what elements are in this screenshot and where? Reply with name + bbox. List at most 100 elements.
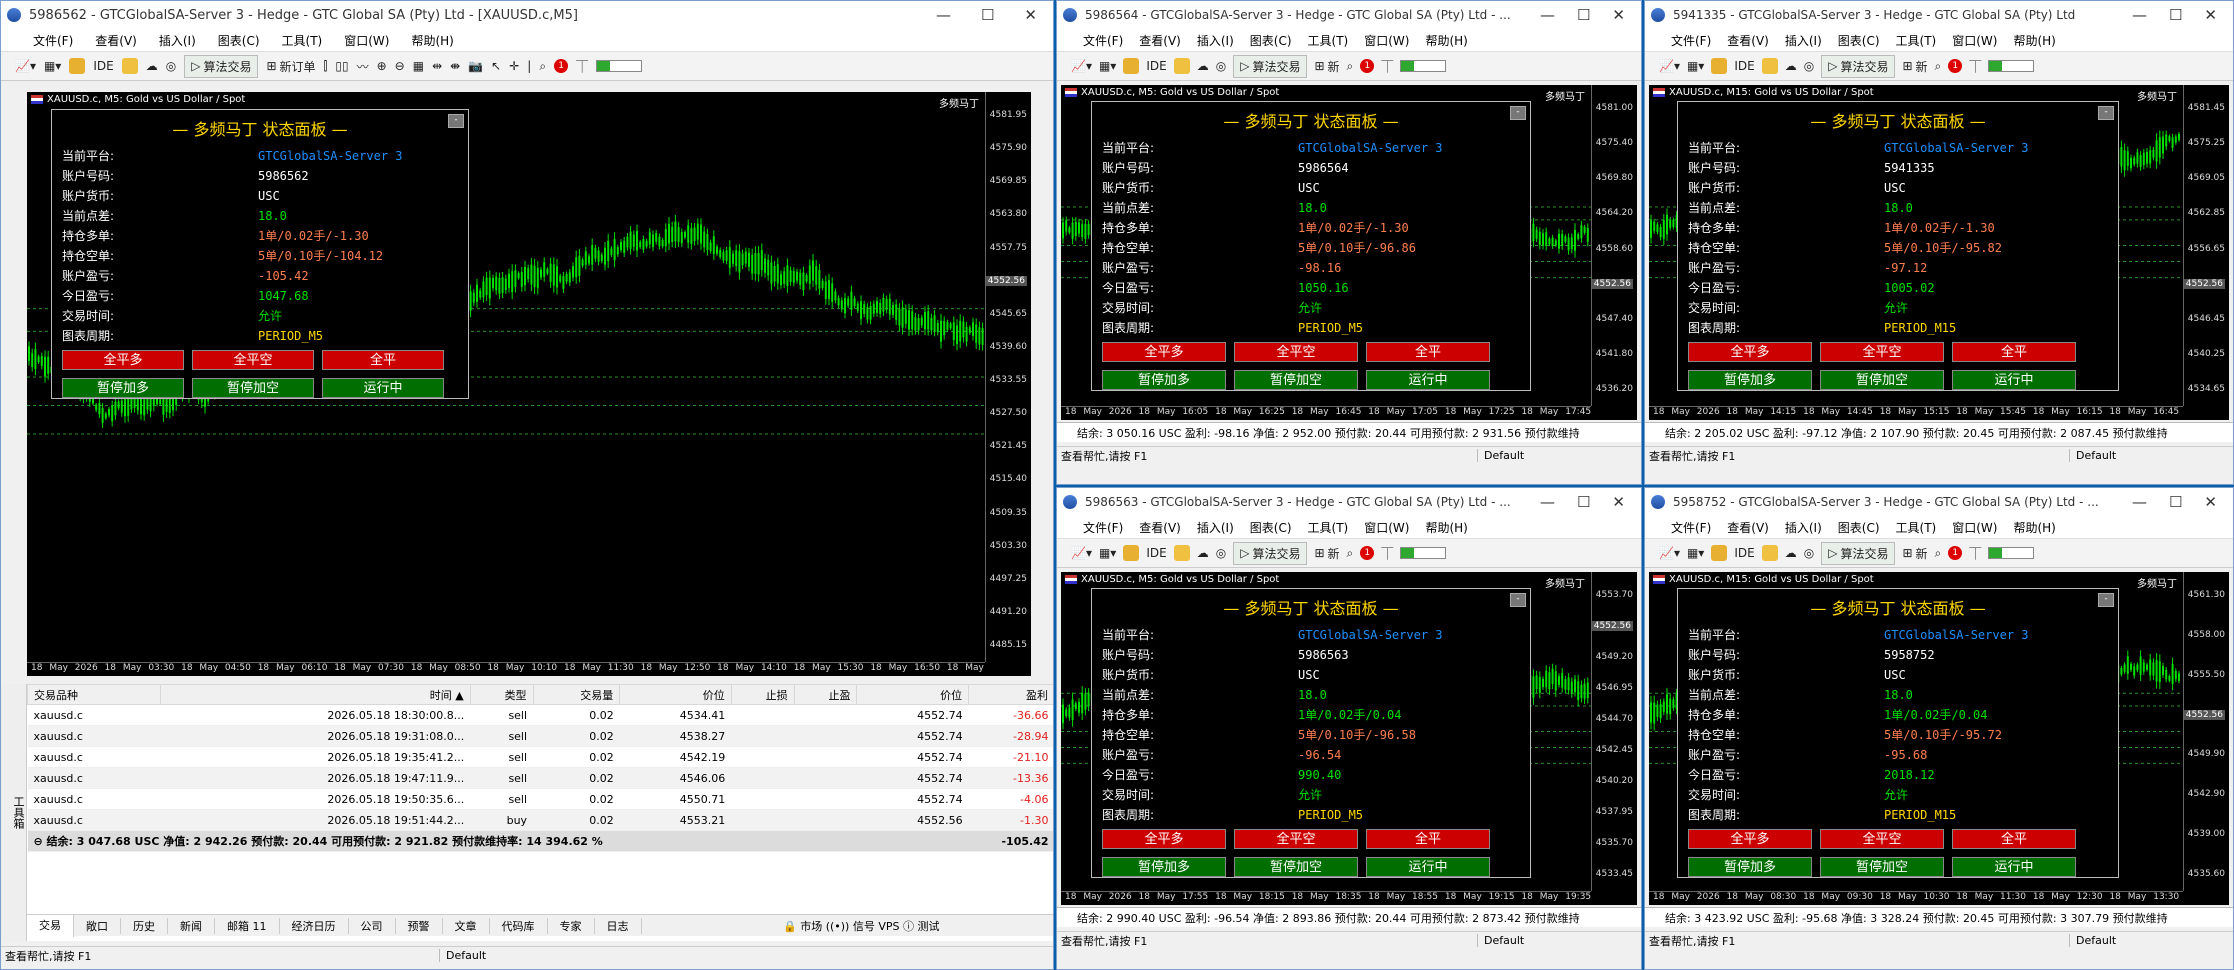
signal-icon[interactable]: ◎ (1804, 59, 1814, 73)
menu-item[interactable]: 窗口(W) (1952, 32, 1997, 49)
cloud-icon[interactable]: ☁ (146, 59, 158, 73)
candle-icon[interactable]: ▯▯ (335, 59, 348, 73)
close-all-sell-button[interactable]: 全平空 (192, 350, 314, 370)
close-all-sell-button[interactable]: 全平空 (1234, 342, 1358, 362)
signal-icon[interactable]: ◎ (1804, 546, 1814, 560)
table-row[interactable]: xauusd.c 2026.05.18 19:31:08.0... sell 0.02… (27, 725, 1053, 747)
menu-item[interactable]: 文件(F) (1083, 519, 1123, 536)
menu-item[interactable]: 帮助(H) (2013, 32, 2055, 49)
pause-sell-button[interactable]: 暂停加空 (192, 378, 314, 398)
pause-buy-button[interactable]: 暂停加多 (1102, 857, 1226, 877)
search-icon[interactable]: ⌕ (1347, 59, 1354, 74)
menu-item[interactable]: 插入(I) (1785, 519, 1822, 536)
chart-area[interactable]: XAUUSD.c, M15: Gold vs US Dollar / Spot … (1649, 572, 2229, 905)
cursor-icon[interactable]: ↖ (491, 59, 501, 73)
toolbox-tab[interactable]: 新闻 (168, 917, 215, 934)
vline-icon[interactable]: | (527, 59, 531, 73)
pause-sell-button[interactable]: 暂停加空 (1820, 370, 1944, 390)
lock-icon[interactable] (121, 58, 138, 74)
notification-badge[interactable]: 1 (1360, 546, 1375, 560)
running-button[interactable]: 运行中 (1366, 857, 1490, 877)
new-order-button[interactable]: ⊞ 新 (1314, 58, 1339, 75)
menu-item[interactable]: 插入(I) (1785, 32, 1822, 49)
col-price[interactable]: 价位 (619, 684, 732, 705)
notification-badge[interactable]: 1 (1948, 59, 1963, 73)
close-button[interactable]: ✕ (1612, 6, 1625, 24)
toolbox-tab[interactable]: 预警 (396, 917, 443, 934)
new-order-button[interactable]: ⊞ 新 (1902, 58, 1927, 75)
signal-icon[interactable]: ◎ (1216, 59, 1226, 73)
shift-icon[interactable]: ⇼ (450, 59, 460, 73)
close-all-buy-button[interactable]: 全平多 (1688, 342, 1812, 362)
col-tp[interactable]: 止盈 (793, 684, 858, 705)
panel-minimize-button[interactable]: - (448, 114, 464, 128)
close-button[interactable]: ✕ (1612, 493, 1625, 511)
menu-item[interactable]: 查看(V) (1727, 519, 1769, 536)
menu-window[interactable]: 窗口(W) (344, 32, 389, 49)
col-time[interactable]: 时间 ▲ (160, 684, 471, 705)
menu-insert[interactable]: 插入(I) (159, 32, 196, 49)
profile-default[interactable]: Default (2069, 934, 2116, 947)
menu-item[interactable]: 帮助(H) (1425, 519, 1467, 536)
notification-badge[interactable]: 1 (1360, 59, 1375, 73)
chart-type-icon[interactable]: 📈▾ (15, 59, 36, 73)
profile-default[interactable]: Default (439, 949, 486, 962)
menu-item[interactable]: 工具(T) (1896, 519, 1937, 536)
menu-item[interactable]: 查看(V) (1139, 32, 1181, 49)
toolbox-tab[interactable]: 文章 (443, 917, 490, 934)
lock-icon[interactable] (1173, 58, 1190, 74)
pause-buy-button[interactable]: 暂停加多 (1102, 370, 1226, 390)
signal-icon[interactable]: ◎ (1216, 546, 1226, 560)
close-all-button[interactable]: 全平 (322, 350, 444, 370)
col-type[interactable]: 类型 (469, 684, 534, 705)
menu-item[interactable]: 图表(C) (1838, 519, 1880, 536)
cloud-icon[interactable]: ☁ (1785, 546, 1797, 560)
pause-buy-button[interactable]: 暂停加多 (1688, 857, 1812, 877)
table-row[interactable]: xauusd.c 2026.05.18 19:50:35.6... sell 0.02… (27, 788, 1053, 810)
algo-trading-button[interactable]: ▷ 算法交易 (1821, 54, 1896, 78)
running-button[interactable]: 运行中 (1952, 370, 2076, 390)
menu-file[interactable]: 文件(F) (33, 32, 73, 49)
chart-area[interactable]: XAUUSD.c, M15: Gold vs US Dollar / Spot … (1649, 85, 2229, 420)
lock-icon[interactable] (1173, 545, 1190, 561)
menu-charts[interactable]: 图表(C) (218, 32, 260, 49)
toolbox-tab[interactable]: 专家 (548, 917, 595, 934)
profile-default[interactable]: Default (1477, 449, 1524, 462)
menu-item[interactable]: 查看(V) (1727, 32, 1769, 49)
search-icon[interactable]: ⌕ (539, 59, 546, 74)
close-button[interactable]: ✕ (1024, 6, 1037, 24)
new-order-button[interactable]: ⊞ 新 (1902, 545, 1927, 562)
close-button[interactable]: ✕ (2204, 493, 2217, 511)
chart-area[interactable]: XAUUSD.c, M5: Gold vs US Dollar / Spot 多… (1061, 572, 1637, 905)
notification-badge[interactable]: 1 (554, 59, 569, 73)
dollar-icon[interactable] (1123, 58, 1140, 74)
template-icon[interactable]: ▦▾ (1099, 546, 1116, 560)
col-sl[interactable]: 止损 (730, 684, 795, 705)
menu-item[interactable]: 帮助(H) (2013, 519, 2055, 536)
maximize-button[interactable]: ☐ (2169, 6, 2182, 24)
running-button[interactable]: 运行中 (1366, 370, 1490, 390)
algo-trading-button[interactable]: ▷ 算法交易 (1233, 54, 1308, 78)
algo-trading-button[interactable]: ▷ 算法交易 (184, 54, 259, 78)
algo-trading-button[interactable]: ▷ 算法交易 (1233, 541, 1308, 565)
menu-item[interactable]: 工具(T) (1896, 32, 1937, 49)
running-button[interactable]: 运行中 (1952, 857, 2076, 877)
col-symbol[interactable]: 交易品种 (26, 684, 162, 705)
pause-sell-button[interactable]: 暂停加空 (1820, 857, 1944, 877)
scroll-icon[interactable]: ⇹ (432, 59, 442, 73)
menu-item[interactable]: 工具(T) (1308, 519, 1349, 536)
chart-type-icon[interactable]: 📈▾ (1071, 546, 1092, 560)
close-all-button[interactable]: 全平 (1952, 829, 2076, 849)
table-row[interactable]: xauusd.c 2026.05.18 19:51:44.2... buy 0.02 4… (27, 809, 1053, 831)
table-row[interactable]: xauusd.c 2026.05.18 19:35:41.2... sell 0.02… (27, 746, 1053, 768)
dollar-icon[interactable] (1711, 545, 1728, 561)
algo-trading-button[interactable]: ▷ 算法交易 (1821, 541, 1896, 565)
menu-help[interactable]: 帮助(H) (411, 32, 453, 49)
toolbox-tab[interactable]: 交易 (27, 914, 74, 937)
menu-item[interactable]: 工具(T) (1308, 32, 1349, 49)
toolbox-tab[interactable]: 经济日历 (280, 917, 349, 934)
close-all-buy-button[interactable]: 全平多 (62, 350, 184, 370)
menu-item[interactable]: 图表(C) (1838, 32, 1880, 49)
table-row[interactable]: xauusd.c 2026.05.18 18:30:00.8... sell 0.02… (27, 704, 1053, 726)
toolbox-side-tab[interactable]: 工具箱 (1, 684, 27, 941)
